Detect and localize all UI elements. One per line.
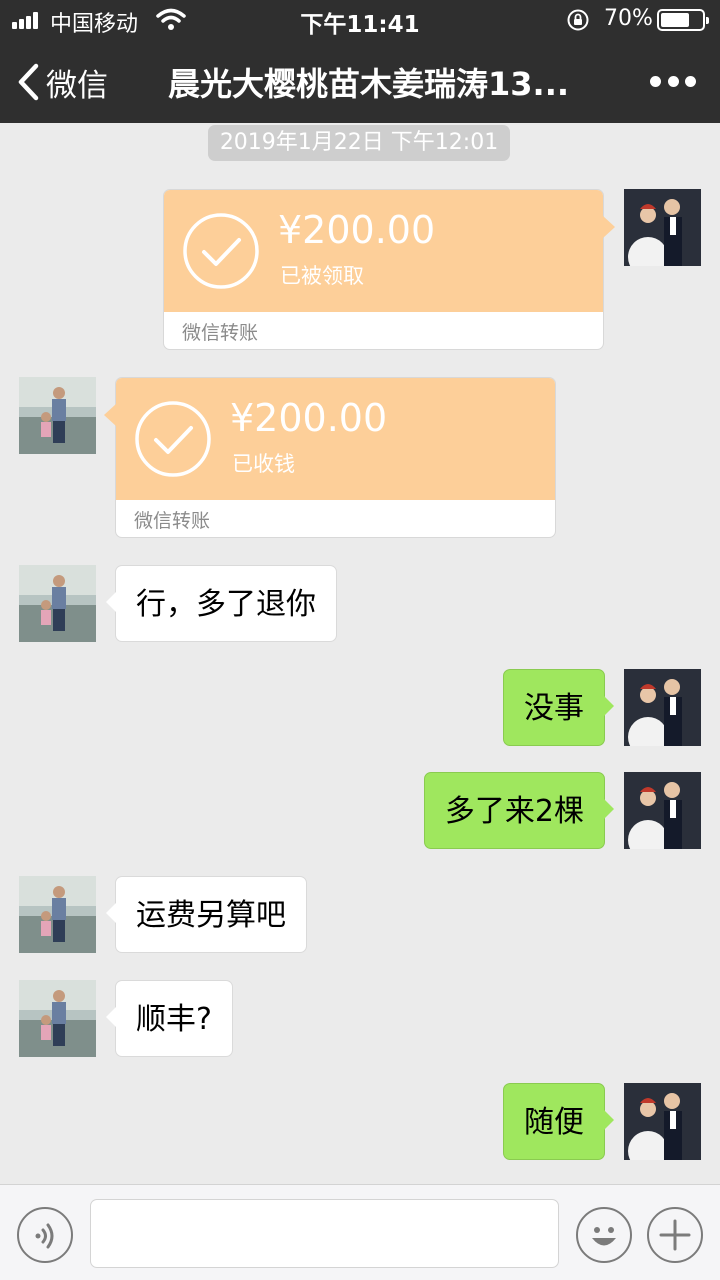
check-circle-icon: [183, 213, 259, 289]
message-bubble-outgoing[interactable]: 随便: [503, 1083, 614, 1160]
plus-icon: [659, 1219, 691, 1251]
more-functions-button[interactable]: [647, 1207, 703, 1263]
contact-avatar[interactable]: [19, 876, 96, 953]
contact-avatar[interactable]: [19, 377, 96, 454]
message-bubble-incoming[interactable]: 行，多了退你: [106, 565, 337, 642]
contact-avatar[interactable]: [19, 980, 96, 1057]
emoji-icon: [592, 1227, 616, 1246]
transfer-label: 微信转账: [182, 322, 259, 344]
transfer-status: 已被领取: [280, 264, 364, 288]
dot-icon: [650, 76, 661, 87]
transfer-amount: ¥200.00: [278, 208, 436, 252]
my-avatar[interactable]: [624, 1083, 701, 1160]
dot-icon: [667, 76, 679, 87]
nav-bar: 微信 晨光大樱桃苗木姜瑞涛13...: [0, 40, 720, 123]
chat-title: 晨光大樱桃苗木姜瑞涛13...: [168, 65, 570, 103]
contact-avatar[interactable]: [19, 565, 96, 642]
input-bar: [0, 1184, 720, 1280]
voice-button[interactable]: [17, 1207, 73, 1263]
battery-percent: 70%: [604, 6, 653, 31]
message-bubble-outgoing[interactable]: 没事: [503, 669, 614, 746]
bubble-tail: [603, 216, 615, 238]
back-button[interactable]: 微信: [16, 60, 108, 104]
transfer-label: 微信转账: [134, 510, 211, 532]
transfer-card-received[interactable]: ¥200.00 已收钱 微信转账: [104, 377, 556, 538]
check-circle-icon: [135, 401, 211, 477]
back-label: 微信: [46, 67, 108, 104]
message-bubble-outgoing[interactable]: 多了来2棵: [423, 772, 615, 849]
transfer-card-sent[interactable]: ¥200.00 已被领取 微信转账: [163, 189, 615, 350]
my-avatar[interactable]: [624, 772, 701, 849]
message-timestamp: 2019年1月22日 下午12:01: [208, 125, 510, 161]
battery-fill: [661, 13, 689, 27]
more-options-button[interactable]: [650, 76, 696, 88]
message-bubble-incoming[interactable]: 顺丰?: [106, 980, 233, 1057]
my-avatar[interactable]: [624, 189, 701, 266]
emoji-button[interactable]: [576, 1207, 632, 1263]
bubble-tail: [104, 404, 116, 426]
battery-icon: [657, 9, 709, 31]
transfer-status: 已收钱: [232, 452, 295, 476]
transfer-amount: ¥200.00: [230, 396, 388, 440]
status-bar: 中国移动 下午11:41 70%: [0, 0, 720, 40]
voice-icon: [35, 1223, 54, 1249]
top-header: 中国移动 下午11:41 70% 微信 晨光大樱桃苗木姜瑞涛13...: [0, 0, 720, 123]
message-input[interactable]: [90, 1199, 559, 1268]
chevron-left-icon: [18, 63, 39, 101]
message-bubble-incoming[interactable]: 运费另算吧: [106, 876, 307, 953]
my-avatar[interactable]: [624, 669, 701, 746]
rotation-lock-icon: [567, 9, 589, 31]
dot-icon: [685, 76, 696, 87]
